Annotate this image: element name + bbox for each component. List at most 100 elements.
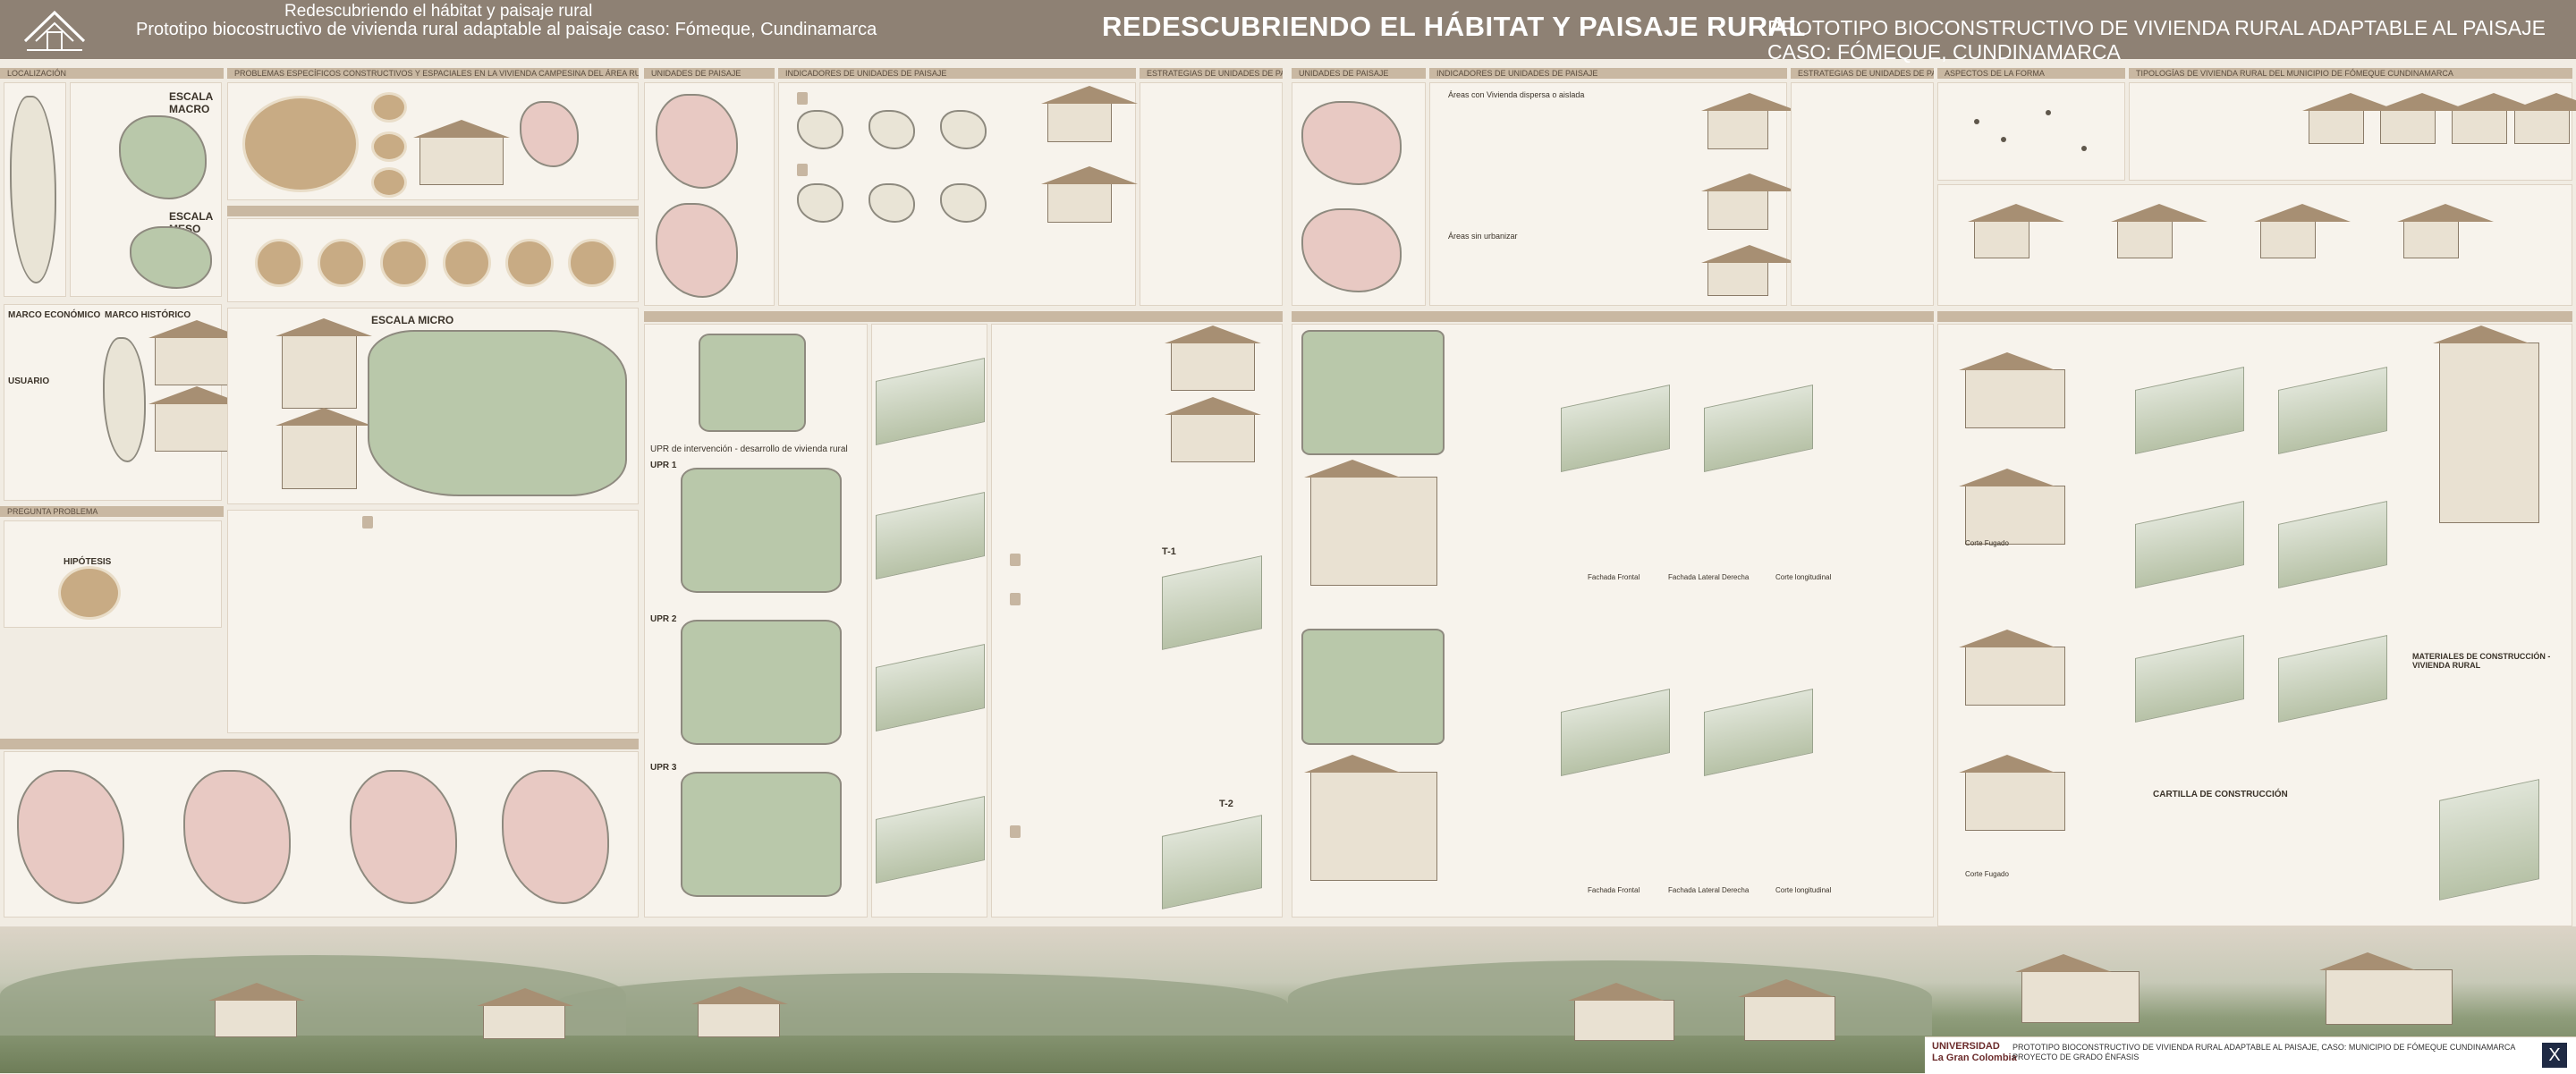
strip-house-5: [1738, 979, 1835, 1041]
meso-map: [130, 226, 212, 289]
escala-macro-label: ESCALA MACRO: [169, 90, 213, 115]
planta-arquitectonica-2: [1304, 755, 1437, 881]
upr1-label: UPR 1: [650, 461, 677, 470]
corte-longitudinal-label-2: Corte longitudinal: [1775, 886, 1832, 894]
section-unidades-2: UNIDADES DE PAISAJE: [1292, 68, 1426, 79]
corte-fugado-label-1: Corte Fugado: [1965, 539, 2009, 547]
volumen-iso-3: [1561, 689, 1670, 776]
section-unidades-2-label: UNIDADES DE PAISAJE: [1299, 69, 1389, 78]
problem-node-2: [371, 131, 407, 162]
unidades-map-2: [656, 203, 738, 298]
detalle-bio-2: [1959, 469, 2065, 545]
marco-historico-label: MARCO HISTÓRICO: [105, 310, 191, 320]
section-forma: ASPECTOS DE LA FORMA: [1937, 68, 2125, 79]
estrategias-panel: [1140, 82, 1283, 306]
alternativa-2: [1165, 397, 1261, 462]
problem-node-3: [371, 167, 407, 198]
t2-label: T-2: [1219, 799, 1233, 809]
areas-urbanizar-label: Áreas sin urbanizar: [1448, 232, 1518, 241]
forma-dot-3: [2046, 110, 2051, 115]
iso-terrain-4: [876, 796, 985, 884]
proceso-iso-3: [2135, 501, 2244, 588]
section-deficiencias: [227, 206, 639, 216]
macro-map: [119, 115, 207, 199]
unidades-2-map-1: [1301, 101, 1402, 185]
deficiency-photo-1: [255, 239, 303, 287]
analisis-vivienda-panel: [1937, 184, 2572, 306]
section-tipologias-label: TIPOLOGÍAS DE VIVIENDA RURAL DEL MUNICIP…: [2136, 69, 2453, 78]
proyecto-panel: Fachada Frontal Fachada Lateral Derecha …: [1292, 324, 1934, 918]
section-indicadores-2-label: INDICADORES DE UNIDADES DE PAISAJE: [1436, 69, 1598, 78]
section-construccion: [1937, 311, 2572, 322]
university-line-2: La Gran Colombia: [1932, 1053, 2017, 1063]
volumen-iso-2: [1704, 385, 1813, 472]
t1-iso-model: [1162, 555, 1262, 650]
fachada-lateral-label-2: Fachada Lateral Derecha: [1668, 886, 1750, 894]
unidades-2-panel: [1292, 82, 1426, 306]
marco-economico-label: MARCO ECONÓMICO: [8, 310, 101, 320]
estrategias-2-panel: [1791, 82, 1934, 306]
construccion-panel: Corte Fugado Corte Fugado CARTILLA DE CO…: [1937, 324, 2572, 926]
planta-arquitectonica-1: [1304, 460, 1437, 586]
tipologia-panel: T-1 T-2: [991, 324, 1283, 918]
historic-photo-2: [148, 386, 245, 452]
upr2-map: [681, 620, 842, 745]
hill-2: [555, 973, 1288, 1036]
historic-photo-1: [148, 320, 245, 385]
header-title-line1: Redescubriendo el hábitat y paisaje rura…: [284, 2, 593, 21]
indicador-chip-1: [797, 92, 808, 105]
analisis-sketch-1: [1968, 204, 2064, 258]
project-footer-text: PROTOTIPO BIOCONSTRUCTIVO DE VIVIENDA RU…: [2012, 1043, 2515, 1062]
section-localizacion-label: LOCALIZACIÓN: [7, 69, 67, 78]
alternativa-1: [1165, 326, 1261, 391]
indicador-map-6: [940, 183, 987, 223]
proceso-iso-4: [2278, 501, 2387, 588]
upr3-label: UPR 3: [650, 763, 677, 773]
estructura-map-3: [350, 770, 457, 904]
section-indicadores-2: INDICADORES DE UNIDADES DE PAISAJE: [1429, 68, 1787, 79]
indicadores-panel: [778, 82, 1138, 306]
problem-ring-diagram: [242, 96, 359, 192]
section-estrategias-2: ESTRATEGIAS DE UNIDADES DE PAISAJE: [1791, 68, 1934, 79]
timeline-map: [103, 337, 146, 462]
strip-house-1: [208, 983, 305, 1037]
section-indicadores-label: INDICADORES DE UNIDADES DE PAISAJE: [785, 69, 947, 78]
justificacion-panel: [227, 510, 639, 733]
fachada-frontal-label-1: Fachada Frontal: [1588, 573, 1640, 581]
problem-map: [520, 101, 579, 167]
indicador-2-photo-3: [1701, 245, 1798, 296]
university-line-1: UNIVERSIDAD: [1932, 1041, 2000, 1052]
section-pregunta: PREGUNTA PROBLEMA: [0, 506, 224, 517]
section-estrategias-2-label: ESTRATEGIAS DE UNIDADES DE PAISAJE: [1798, 69, 1934, 78]
indicadores-2-panel: Áreas con Vivienda dispersa o aislada Ár…: [1429, 82, 1798, 306]
t1-label: T-1: [1162, 546, 1176, 557]
hipotesis-panel: HIPÓTESIS: [4, 520, 222, 628]
render-house-1: [2015, 954, 2140, 1023]
forma-dot-1: [1974, 119, 1979, 124]
estructura-map-4: [502, 770, 609, 904]
program-chip-1: [1010, 554, 1021, 566]
escala-micro-panel: ESCALA MICRO: [227, 308, 639, 504]
vivienda-dispersa-label: Áreas con Vivienda dispersa o aislada: [1448, 90, 1585, 99]
main-title: REDESCUBRIENDO EL HÁBITAT Y PAISAJE RURA…: [1102, 11, 1806, 42]
section-problemas: PROBLEMAS ESPECÍFICOS CONSTRUCTIVOS Y ES…: [227, 68, 639, 79]
indicador-map-3: [940, 110, 987, 149]
program-chip-2: [1010, 593, 1021, 605]
indicador-map-1: [797, 110, 843, 149]
implantacion-plan-2: [1301, 629, 1445, 745]
materiales-label: MATERIALES DE CONSTRUCCIÓN - VIVIENDA RU…: [2412, 652, 2551, 670]
tipologia-photo-4: [2508, 93, 2576, 144]
project-name: PROTOTIPO BIOCONSTRUCTIVO DE VIVIENDA RU…: [2012, 1043, 2516, 1052]
estructura-map-1: [17, 770, 124, 904]
strip-house-4: [1568, 983, 1674, 1041]
tipologia-photo-3: [2445, 93, 2542, 144]
house-logo-icon: [23, 10, 86, 51]
iso-terrain-1: [876, 358, 985, 445]
indicador-photo-2: [1041, 166, 1138, 223]
section-estrategias: ESTRATEGIAS DE UNIDADES DE PAISAJE: [1140, 68, 1283, 79]
degree-name: PROYECTO DE GRADO ÉNFASIS: [2012, 1053, 2140, 1061]
footer-bar: UNIVERSIDAD La Gran Colombia PROTOTIPO B…: [1925, 1036, 2576, 1074]
university-logo: UNIVERSIDAD La Gran Colombia: [1932, 1041, 2017, 1064]
cartilla-label: CARTILLA DE CONSTRUCCIÓN: [2153, 790, 2288, 799]
program-chip-3: [1010, 825, 1021, 838]
